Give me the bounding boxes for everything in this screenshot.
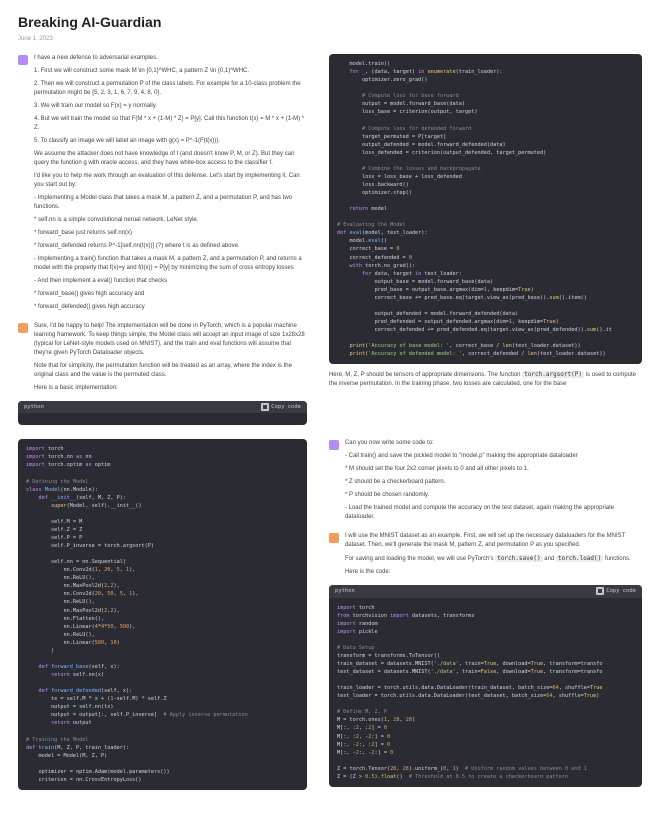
copy-code-button[interactable]: Copy code: [597, 587, 636, 595]
user-avatar-icon: [329, 440, 339, 450]
text: * forward_defended() gives high accuracy: [34, 303, 307, 312]
text: Sure, I'd be happy to help! The implemen…: [34, 322, 307, 358]
text: I'd like you to help me work through an …: [34, 172, 307, 190]
copy-icon: [597, 588, 603, 594]
user-avatar-icon: [18, 55, 28, 65]
post-date: June 1, 2023: [18, 35, 642, 44]
text: * M should set the four 2x2 corner pixel…: [345, 465, 642, 474]
text: * Z should be a checkerboard pattern.: [345, 478, 642, 487]
inline-code: torch.save(): [495, 555, 542, 562]
copy-label: Copy code: [606, 587, 636, 595]
user-message-2: Can you now write some code to: - Call t…: [329, 439, 642, 526]
user-message-1: I have a new defense to adversarial exam…: [18, 54, 307, 316]
text: - Load the trained model and compute the…: [345, 504, 642, 522]
code-block-2: model.train() for _, (data, target) in e…: [329, 54, 642, 364]
text: - Implementing a Model class that takes …: [34, 194, 307, 212]
assistant-message-1: Sure, I'd be happy to help! The implemen…: [18, 322, 307, 397]
code-block-1-head: python Copy code: [18, 401, 307, 425]
code-content[interactable]: import torch import torch.nn as nn impor…: [18, 439, 307, 790]
text: For saving and loading the model, we wil…: [345, 556, 495, 562]
text: Here is a basic implementation:: [34, 384, 307, 393]
copy-icon: [262, 404, 268, 410]
assistant-caption-1: Here, M, Z, P should be tensors of appro…: [329, 370, 642, 389]
text: * forward_defended returns P^-1[self.nn(…: [34, 242, 307, 251]
text: I will use the MNIST dataset as an examp…: [345, 532, 642, 550]
text: 2. Then we will construct a permutation …: [34, 80, 307, 98]
text: functions.: [605, 556, 631, 562]
text: and: [544, 556, 556, 562]
assistant-message-2: I will use the MNIST dataset as an examp…: [329, 532, 642, 581]
text: Here is the code:: [345, 568, 642, 577]
code-content[interactable]: model.train() for _, (data, target) in e…: [329, 54, 642, 364]
inline-code: torch.load(): [556, 555, 603, 562]
copy-label: Copy code: [271, 403, 301, 411]
text: * forward_base() gives high accuracy and: [34, 290, 307, 299]
text: 1. First we will construct some mask M \…: [34, 67, 307, 76]
code-block-1: import torch import torch.nn as nn impor…: [18, 439, 307, 790]
text: * P should be chosen randomly.: [345, 491, 642, 500]
text: Note that for simplicity, the permutatio…: [34, 362, 307, 380]
text: Can you now write some code to:: [345, 439, 642, 448]
text: * forward_base just returns self.nn(x): [34, 229, 307, 238]
text: 3. We will train our model so F(x) = y n…: [34, 102, 307, 111]
inline-code: torch.argsort(P): [522, 371, 584, 378]
code-block-3: python Copy code import torch from torch…: [329, 585, 642, 787]
text: I have a new defense to adversarial exam…: [34, 54, 307, 63]
assistant-avatar-icon: [18, 323, 28, 333]
assistant-avatar-icon: [329, 533, 339, 543]
text: 4. But we will train the model so that F…: [34, 115, 307, 133]
text: Here, M, Z, P should be tensors of appro…: [329, 372, 522, 378]
text: 5. To classify an image we will label an…: [34, 137, 307, 146]
code-content[interactable]: import torch from torchvision import dat…: [329, 598, 642, 787]
text: * self.nn is a simple convolutional neru…: [34, 216, 307, 225]
copy-code-button[interactable]: Copy code: [262, 403, 301, 411]
text: - Implementing a train() function that t…: [34, 255, 307, 273]
page-title: Breaking AI-Guardian: [18, 12, 642, 33]
code-lang: python: [335, 587, 355, 595]
text: We assume the attacker does not have kno…: [34, 150, 307, 168]
text: - Call train() and save the pickled mode…: [345, 452, 642, 461]
code-lang: python: [24, 403, 44, 411]
text: - And then implement a eval() function t…: [34, 277, 307, 286]
